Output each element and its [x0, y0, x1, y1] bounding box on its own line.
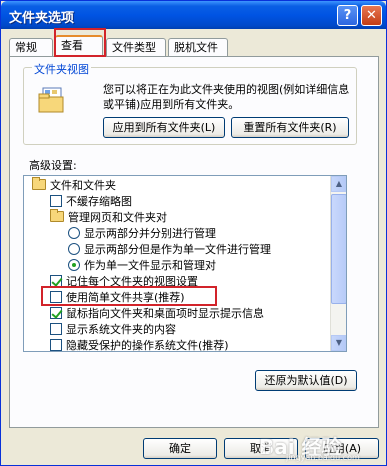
- radio-unchecked-icon[interactable]: [68, 243, 80, 255]
- folder-views-icon: [38, 87, 64, 113]
- scroll-up-icon[interactable]: ▲: [331, 176, 346, 192]
- apply-to-all-folders-button[interactable]: 应用到所有文件夹(L): [103, 117, 225, 138]
- tab-general[interactable]: 常规: [9, 38, 53, 57]
- baidu-watermark-url: jingyan.baidu.com: [286, 453, 360, 462]
- checkbox-unchecked-icon[interactable]: [50, 323, 62, 335]
- checkbox-unchecked-icon[interactable]: [50, 195, 62, 207]
- radio-show-two-parts-separate[interactable]: 显示两部分并分别进行管理: [68, 226, 216, 242]
- checkbox-hide-protected-os-files[interactable]: 隐藏受保护的操作系统文件(推荐): [50, 338, 229, 351]
- checkbox-checked-icon[interactable]: [50, 307, 62, 319]
- simple-sharing-highlight-annotation: [41, 286, 217, 306]
- folder-views-legend: 文件夹视图: [32, 61, 91, 77]
- scroll-thumb[interactable]: [331, 194, 346, 304]
- tab-file-types[interactable]: 文件类型: [106, 38, 166, 57]
- list-item: 文件和文件夹: [32, 177, 116, 194]
- checkbox-show-popup-info[interactable]: 鼠标指向文件夹和桌面项时显示提示信息: [50, 306, 264, 322]
- radio-single-file[interactable]: 作为单一文件显示和管理对: [68, 258, 216, 274]
- help-button[interactable]: ?: [337, 5, 358, 26]
- vertical-scrollbar[interactable]: ▲ ▼: [330, 176, 346, 351]
- list-item: 管理网页和文件夹对: [50, 209, 167, 226]
- folder-icon: [50, 209, 64, 222]
- folder-icon: [32, 177, 46, 190]
- window-title: 文件夹选项: [9, 11, 75, 26]
- close-button[interactable]: ✕: [361, 5, 382, 26]
- restore-defaults-button[interactable]: 还原为默认值(D): [255, 370, 357, 391]
- advanced-settings-label: 高级设置:: [29, 159, 77, 172]
- tab-offline-files[interactable]: 脱机文件: [168, 38, 228, 57]
- radio-show-two-parts-single[interactable]: 显示两部分但是作为单一文件进行管理: [68, 242, 271, 258]
- title-bar[interactable]: 文件夹选项 ? ✕: [1, 1, 386, 29]
- tab-highlight-annotation: [54, 28, 106, 57]
- checkbox-unchecked-icon[interactable]: [50, 339, 62, 351]
- scroll-down-icon[interactable]: ▼: [331, 335, 346, 351]
- advanced-settings-list[interactable]: 文件和文件夹 不缓存缩略图 管理网页和文件夹对 显示两部分并分别进行管理 显示两…: [23, 175, 347, 352]
- ok-button[interactable]: 确定: [143, 438, 217, 459]
- radio-checked-icon[interactable]: [68, 259, 80, 271]
- folder-options-dialog: 文件夹选项 ? ✕ 常规 查看 文件类型 脱机文件 文件夹视图 您可以将正在为此…: [0, 0, 387, 466]
- checkbox-no-thumbnail-cache[interactable]: 不缓存缩略图: [50, 194, 132, 210]
- reset-all-folders-button[interactable]: 重置所有文件夹(R): [231, 117, 349, 138]
- checkbox-show-system-folder-contents[interactable]: 显示系统文件夹的内容: [50, 322, 176, 338]
- radio-unchecked-icon[interactable]: [68, 227, 80, 239]
- folder-views-description: 您可以将正在为此文件夹使用的视图(例如详细信息或平铺)应用到所有文件夹。: [103, 83, 350, 111]
